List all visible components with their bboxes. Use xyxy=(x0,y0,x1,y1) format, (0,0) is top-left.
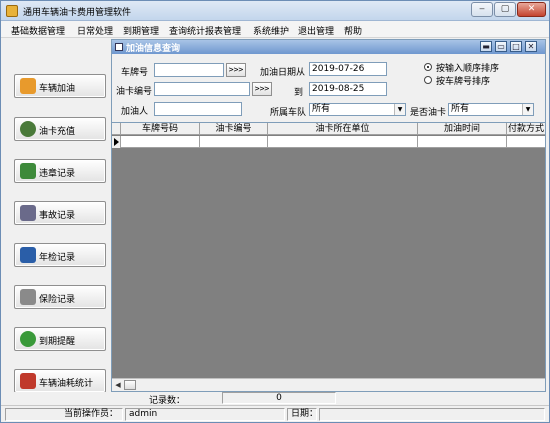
menu-expiry[interactable]: 到期管理 xyxy=(123,24,159,37)
card-label: 油卡编号 xyxy=(116,87,153,97)
grid-header: 车牌号码 油卡编号 油卡所在单位 加油时间 付款方式 xyxy=(112,123,545,135)
card-lookup-button[interactable]: >>> xyxy=(252,82,272,96)
minimize-button[interactable]: ‒ xyxy=(471,2,493,17)
sidebar-item-label: 违章记录 xyxy=(39,169,76,179)
date-value xyxy=(319,408,545,421)
table-cell[interactable] xyxy=(200,136,268,148)
record-count-bar: 记录数： 0 xyxy=(1,392,549,406)
app-logo-icon xyxy=(6,5,18,17)
refueler-label: 加油人 xyxy=(121,107,149,117)
sort-by-input-order-radio[interactable] xyxy=(424,63,432,71)
money-bag-icon xyxy=(20,121,36,137)
plate-lookup-button[interactable]: >>> xyxy=(226,63,246,77)
menu-bar: 基础数据管理 日常处理 到期管理 查询统计报表管理 系统维护 退出管理 帮助 xyxy=(1,21,549,38)
current-row-indicator-icon xyxy=(112,136,121,148)
sidebar-item-label: 油卡充值 xyxy=(39,127,76,137)
refuel-query-panel: 加油信息查询 ▬ ▭ □ ✕ 车牌号 >>> 油卡编号 >>> 加油人 加油日期… xyxy=(111,39,546,392)
panel-title: 加油信息查询 xyxy=(126,44,181,54)
panel-minimize-button[interactable]: ▬ xyxy=(480,41,492,52)
fuel-pump-icon xyxy=(20,78,36,94)
close-button[interactable]: ✕ xyxy=(517,2,546,17)
results-grid: 车牌号码 油卡编号 油卡所在单位 加油时间 付款方式 xyxy=(112,122,545,378)
sidebar-item-label: 车辆加油 xyxy=(39,84,76,94)
chevron-down-icon: ▼ xyxy=(394,104,405,115)
status-bar: 当前操作员： admin 日期： xyxy=(1,405,549,422)
is-card-select-value: 所有 xyxy=(451,104,470,114)
panel-maximize-button[interactable]: □ xyxy=(510,41,522,52)
title-bar: 通用车辆油卡费用管理软件 ‒ ▢ ✕ xyxy=(1,1,549,21)
sort-by-input-order-label: 按输入顺序排序 xyxy=(436,64,500,74)
table-row[interactable] xyxy=(112,136,545,148)
table-cell[interactable] xyxy=(507,136,545,148)
grid-corner xyxy=(112,123,121,135)
menu-reports[interactable]: 查询统计报表管理 xyxy=(169,24,241,37)
menu-system[interactable]: 系统维护 xyxy=(253,24,289,37)
sidebar-item-expiry-reminder[interactable]: 到期提醒 xyxy=(14,327,106,351)
card-input[interactable] xyxy=(154,82,250,96)
sidebar-item-label: 车辆油耗统计 xyxy=(39,379,94,389)
sidebar-item-violations[interactable]: 违章记录 xyxy=(14,159,106,183)
menu-help[interactable]: 帮助 xyxy=(344,24,362,37)
printer-icon xyxy=(20,289,36,305)
menu-logout[interactable]: 退出管理 xyxy=(298,24,334,37)
sidebar-item-annual-inspection[interactable]: 年检记录 xyxy=(14,243,106,267)
menu-daily[interactable]: 日常处理 xyxy=(77,24,113,37)
plate-label: 车牌号 xyxy=(121,68,149,78)
sort-by-plate-label: 按车牌号排序 xyxy=(436,77,491,87)
date-to-input[interactable] xyxy=(309,82,387,96)
panel-header: 加油信息查询 ▬ ▭ □ ✕ xyxy=(112,40,545,54)
team-label: 所属车队 xyxy=(270,108,307,118)
violation-doc-icon xyxy=(20,163,36,179)
panel-restore-button[interactable]: ▭ xyxy=(495,41,507,52)
date-label: 日期： xyxy=(287,408,318,421)
sidebar-item-fuel-stats[interactable]: 车辆油耗统计 xyxy=(14,369,106,393)
column-header-time[interactable]: 加油时间 xyxy=(418,123,507,135)
column-header-payment[interactable]: 付款方式 xyxy=(507,123,545,135)
table-cell[interactable] xyxy=(418,136,507,148)
team-select[interactable]: 所有 ▼ xyxy=(309,103,406,116)
wrench-icon xyxy=(20,205,36,221)
sidebar-item-label: 事故记录 xyxy=(39,211,76,221)
operator-value: admin xyxy=(125,408,285,421)
column-header-card[interactable]: 油卡编号 xyxy=(200,123,268,135)
sidebar-item-label: 到期提醒 xyxy=(39,337,76,347)
is-card-label: 是否油卡 xyxy=(410,108,447,118)
panel-close-button[interactable]: ✕ xyxy=(525,41,537,52)
date-from-label: 加油日期从 xyxy=(260,68,306,78)
date-from-input[interactable] xyxy=(309,62,387,76)
is-card-select[interactable]: 所有 ▼ xyxy=(448,103,534,116)
panel-menu-icon[interactable] xyxy=(115,43,123,51)
column-header-unit[interactable]: 油卡所在单位 xyxy=(268,123,418,135)
menu-basic-data[interactable]: 基础数据管理 xyxy=(11,24,65,37)
sidebar-item-label: 年检记录 xyxy=(39,253,76,263)
scroll-thumb[interactable] xyxy=(124,380,136,390)
sidebar-item-insurance[interactable]: 保险记录 xyxy=(14,285,106,309)
maximize-button[interactable]: ▢ xyxy=(494,2,516,17)
scroll-left-icon[interactable]: ◀ xyxy=(113,380,123,390)
horizontal-scrollbar[interactable]: ◀ xyxy=(112,378,545,391)
window-title: 通用车辆油卡费用管理软件 xyxy=(23,8,132,18)
sidebar-item-accidents[interactable]: 事故记录 xyxy=(14,201,106,225)
chevron-down-icon: ▼ xyxy=(522,104,533,115)
refueler-input[interactable] xyxy=(154,102,242,116)
sort-by-plate-radio[interactable] xyxy=(424,76,432,84)
table-cell[interactable] xyxy=(121,136,200,148)
record-count-value: 0 xyxy=(222,392,336,404)
sidebar: 车辆加油 油卡充值 违章记录 事故记录 年检记录 保险记录 到期提醒 车辆油耗统… xyxy=(6,41,110,403)
team-select-value: 所有 xyxy=(312,104,331,114)
inspection-icon xyxy=(20,247,36,263)
sidebar-item-label: 保险记录 xyxy=(39,295,76,305)
date-to-label: 到 xyxy=(294,88,304,98)
report-icon xyxy=(20,373,36,389)
clock-icon xyxy=(20,331,36,347)
app-window: 通用车辆油卡费用管理软件 ‒ ▢ ✕ 基础数据管理 日常处理 到期管理 查询统计… xyxy=(0,0,550,423)
table-cell[interactable] xyxy=(268,136,418,148)
operator-label: 当前操作员： xyxy=(5,408,123,421)
sidebar-item-refuel[interactable]: 车辆加油 xyxy=(14,74,106,98)
column-header-plate[interactable]: 车牌号码 xyxy=(121,123,200,135)
sidebar-item-card-recharge[interactable]: 油卡充值 xyxy=(14,117,106,141)
plate-input[interactable] xyxy=(154,63,224,77)
